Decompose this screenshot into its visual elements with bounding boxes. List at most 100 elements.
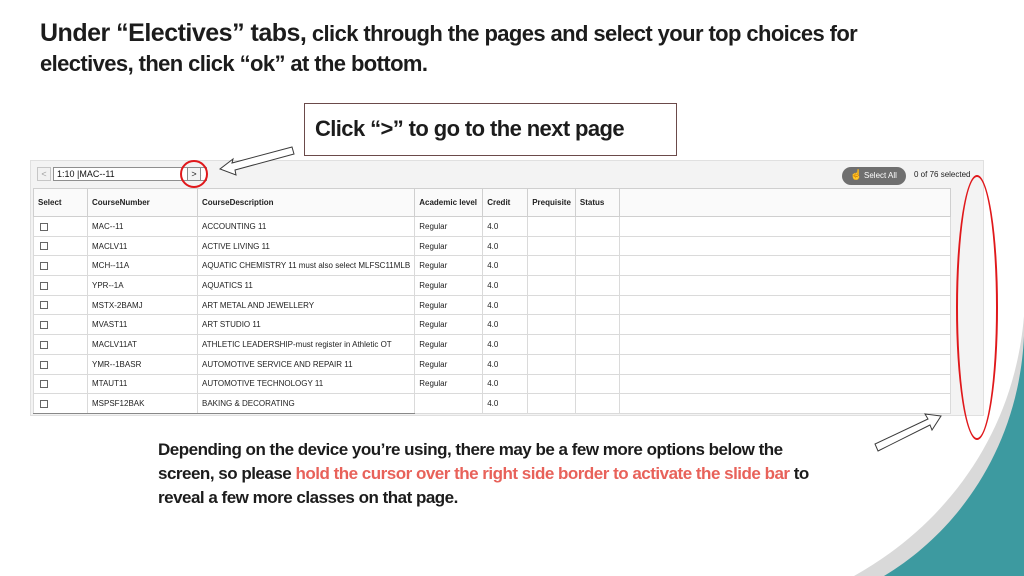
row-status (574, 353, 620, 375)
select-checkbox[interactable] (40, 399, 48, 408)
row-prequisite (527, 373, 576, 395)
row-course-description: AUTOMOTIVE SERVICE AND REPAIR 11 (196, 353, 416, 375)
row-status (574, 255, 620, 277)
table-row[interactable]: MACLV11 ACTIVE LIVING 11 Regular 4.0 (33, 235, 952, 257)
row-course-description: ART METAL AND JEWELLERY (196, 294, 416, 316)
row-spacer (618, 275, 952, 296)
row-status (574, 393, 620, 414)
row-academic-level (414, 393, 484, 414)
row-select-checkbox (33, 353, 88, 375)
row-prequisite (527, 334, 576, 355)
row-status (574, 334, 620, 355)
header-course-description[interactable]: CourseDescription (196, 188, 416, 217)
header-prequisite[interactable]: Prequisite (527, 188, 576, 217)
row-prequisite (527, 255, 576, 277)
row-credit: 4.0 (482, 235, 529, 257)
row-select-checkbox (33, 235, 88, 257)
row-credit: 4.0 (482, 353, 529, 375)
row-course-description: BAKING & DECORATING (196, 393, 416, 414)
row-course-number: YPR--1A (87, 275, 198, 296)
row-status (574, 275, 620, 296)
row-academic-level: Regular (414, 373, 484, 395)
select-all-button[interactable]: ☝ Select All (842, 167, 906, 185)
row-status (574, 216, 620, 237)
row-select-checkbox (33, 334, 88, 355)
row-course-description: ART STUDIO 11 (196, 314, 416, 336)
row-select-checkbox (33, 393, 88, 414)
row-course-number: MSTX-2BAMJ (87, 294, 198, 316)
row-prequisite (527, 353, 576, 375)
row-prequisite (527, 294, 576, 316)
select-checkbox[interactable] (40, 242, 48, 251)
table-header-row: Select CourseNumber CourseDescription Ac… (33, 188, 952, 217)
row-select-checkbox (33, 216, 88, 237)
row-academic-level: Regular (414, 294, 484, 316)
row-select-checkbox (33, 373, 88, 395)
row-select-checkbox (33, 314, 88, 336)
row-select-checkbox (33, 294, 88, 316)
row-academic-level: Regular (414, 275, 484, 296)
next-button-highlight-circle (180, 160, 208, 188)
row-credit: 4.0 (482, 216, 529, 237)
hand-pointer-icon: ☝ (850, 170, 863, 181)
table-row[interactable]: MCH--11A AQUATIC CHEMISTRY 11 must also s… (33, 255, 952, 277)
row-spacer (618, 294, 952, 316)
instruction-title: Under “Electives” tabs, click through th… (40, 18, 940, 79)
header-credit[interactable]: Credit (482, 188, 529, 217)
row-select-checkbox (33, 255, 88, 277)
row-credit: 4.0 (482, 373, 529, 395)
select-checkbox[interactable] (40, 340, 48, 349)
header-academic-level[interactable]: Academic level (414, 188, 484, 217)
callout-text: Click “>” to go to the next page (315, 116, 625, 141)
row-course-number: YMR--1BASR (87, 353, 198, 375)
next-page-callout: Click “>” to go to the next page (304, 103, 677, 156)
header-status[interactable]: Status (574, 188, 620, 217)
table-row[interactable]: MAC--11 ACCOUNTING 11 Regular 4.0 (33, 216, 952, 237)
header-select[interactable]: Select (33, 188, 88, 217)
row-course-description: ACCOUNTING 11 (196, 216, 416, 237)
instruction-line2: electives, then click “ok” at the bottom… (40, 51, 428, 76)
row-course-description: AUTOMOTIVE TECHNOLOGY 11 (196, 373, 416, 395)
row-academic-level: Regular (414, 334, 484, 355)
row-course-description: ACTIVE LIVING 11 (196, 235, 416, 257)
row-status (574, 314, 620, 336)
row-course-number: MSPSF12BAK (87, 393, 198, 414)
row-course-number: MTAUT11 (87, 373, 198, 395)
instruction-rest: click through the pages and select your … (306, 21, 858, 46)
note-highlight: hold the cursor over the right side bord… (295, 464, 790, 483)
row-academic-level: Regular (414, 235, 484, 257)
prev-page-button[interactable]: < (37, 167, 51, 181)
row-spacer (618, 255, 952, 277)
row-academic-level: Regular (414, 255, 484, 277)
page-select-value: 1:10 |MAC--11 (57, 169, 115, 179)
row-credit: 4.0 (482, 255, 529, 277)
row-status (574, 373, 620, 395)
row-credit: 4.0 (482, 294, 529, 316)
header-course-number[interactable]: CourseNumber (87, 188, 198, 217)
row-academic-level: Regular (414, 314, 484, 336)
row-credit: 4.0 (482, 275, 529, 296)
select-checkbox[interactable] (40, 301, 48, 310)
row-select-checkbox (33, 275, 88, 296)
select-checkbox[interactable] (40, 262, 48, 271)
row-status (574, 235, 620, 257)
pager-toolbar: < 1:10 |MAC--11 ⌄ > ☝ Select All 0 of 76… (31, 161, 983, 188)
instruction-prefix: Under “Electives” tabs, (40, 19, 307, 47)
select-checkbox[interactable] (40, 380, 48, 389)
row-credit: 4.0 (482, 314, 529, 336)
select-all-label: Select All (864, 171, 897, 180)
select-checkbox[interactable] (40, 321, 48, 330)
table-row[interactable]: YPR--1A AQUATICS 11 Regular 4.0 (33, 275, 952, 296)
note-part4: reveal a few more classes on that page. (158, 488, 458, 507)
row-prequisite (527, 314, 576, 336)
row-course-description: AQUATICS 11 (196, 275, 416, 296)
row-course-description: AQUATIC CHEMISTRY 11 must also select ML… (196, 255, 416, 277)
select-checkbox[interactable] (40, 281, 48, 290)
row-spacer (618, 235, 952, 257)
row-prequisite (527, 393, 576, 414)
select-checkbox[interactable] (40, 360, 48, 369)
row-course-number: MACLV11 (87, 235, 198, 257)
select-checkbox[interactable] (40, 222, 48, 231)
note-part1: Depending on the device you’re using, th… (158, 440, 783, 459)
table-row[interactable]: MSTX-2BAMJ ART METAL AND JEWELLERY Regular… (33, 294, 952, 316)
